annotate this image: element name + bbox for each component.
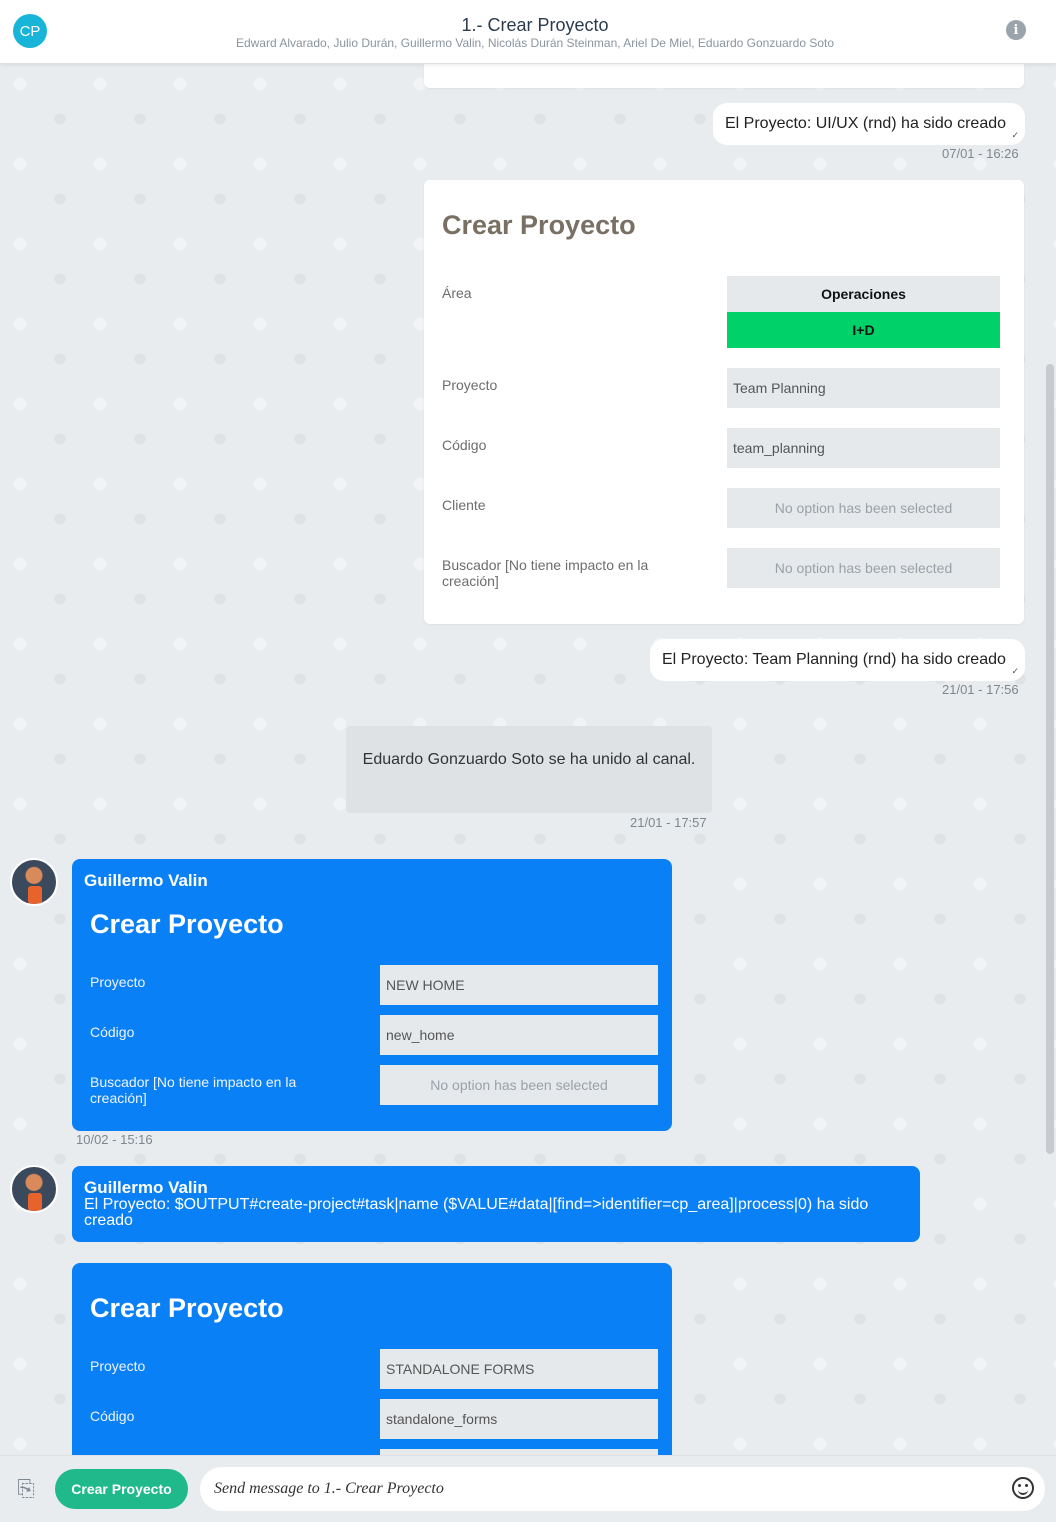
message-time: 07/01 - 16:26 <box>942 146 1019 161</box>
field-label-buscador: Buscador [No tiene impacto en la creació… <box>442 557 649 589</box>
system-message: El Proyecto: Team Planning (rnd) ha sido… <box>650 639 1025 681</box>
paperclip-icon[interactable]: ⎘ <box>16 1477 36 1501</box>
proyecto-field[interactable]: Team Planning <box>727 368 1000 408</box>
message-input[interactable] <box>200 1467 1045 1511</box>
chat-messages[interactable]: El Proyecto: UI/UX (rnd) ha sido creado … <box>0 64 1056 1455</box>
buscador-select[interactable]: No option has been selected <box>380 1065 658 1105</box>
avatar[interactable] <box>10 1165 58 1213</box>
previous-form-card <box>424 64 1024 88</box>
form-title: Crear Proyecto <box>442 210 636 240</box>
avatar[interactable] <box>10 858 58 906</box>
field-label-codigo: Código <box>90 1408 135 1424</box>
check-icon: ✓ <box>1011 130 1019 140</box>
field-label-codigo: Código <box>442 437 487 453</box>
codigo-field[interactable]: standalone_forms <box>380 1399 658 1439</box>
form-card: Crear Proyecto Proyecto STANDALONE FORMS… <box>72 1263 672 1455</box>
author-name: Guillermo Valin <box>84 871 208 890</box>
info-icon[interactable]: i <box>1006 20 1026 40</box>
message-text: El Proyecto: $OUTPUT#create-project#task… <box>84 1196 869 1229</box>
emoji-icon[interactable] <box>1012 1477 1034 1499</box>
buscador-select[interactable]: No option has been selected <box>727 548 1000 588</box>
scrollbar[interactable] <box>1046 364 1054 1154</box>
check-icon: ✓ <box>1011 666 1019 676</box>
option-id[interactable]: I+D <box>727 312 1000 348</box>
message-time: 21/01 - 17:57 <box>630 815 707 830</box>
message-time: 21/01 - 17:56 <box>942 682 1019 697</box>
form-card: Crear Proyecto Área Operaciones I+D Proy… <box>424 180 1024 624</box>
crear-proyecto-button[interactable]: Crear Proyecto <box>55 1469 188 1509</box>
join-notice: Eduardo Gonzuardo Soto se ha unido al ca… <box>346 726 712 813</box>
form-card: Guillermo Valin Crear Proyecto Proyecto … <box>72 859 672 1131</box>
author-name: Guillermo Valin <box>84 1178 208 1197</box>
join-text: Eduardo Gonzuardo Soto se ha unido al ca… <box>362 751 696 768</box>
chat-message: Guillermo Valin El Proyecto: $OUTPUT#cre… <box>72 1166 920 1242</box>
cliente-select[interactable]: No option has been selected <box>727 488 1000 528</box>
system-message: El Proyecto: UI/UX (rnd) ha sido creado … <box>713 103 1025 145</box>
proyecto-field[interactable]: STANDALONE FORMS <box>380 1349 658 1389</box>
message-text: El Proyecto: UI/UX (rnd) ha sido creado <box>725 115 1007 132</box>
codigo-field[interactable]: team_planning <box>727 428 1000 468</box>
form-title: Crear Proyecto <box>90 1293 284 1323</box>
field-label-area: Área <box>442 285 472 301</box>
channel-title: 1.- Crear Proyecto <box>461 15 609 35</box>
chat-header: CP 1.- Crear Proyecto Edward Alvarado, J… <box>0 0 1056 64</box>
codigo-field[interactable]: new_home <box>380 1015 658 1055</box>
channel-members: Edward Alvarado, Julio Durán, Guillermo … <box>235 36 835 50</box>
message-text: El Proyecto: Team Planning (rnd) ha sido… <box>662 651 1006 668</box>
message-time: 10/02 - 15:16 <box>76 1132 153 1147</box>
form-title: Crear Proyecto <box>90 909 284 939</box>
field-label-cliente: Cliente <box>442 497 486 513</box>
field-label-codigo: Código <box>90 1024 135 1040</box>
proyecto-field[interactable]: NEW HOME <box>380 965 658 1005</box>
field-label-proyecto: Proyecto <box>90 1358 146 1374</box>
option-operaciones[interactable]: Operaciones <box>727 276 1000 312</box>
field-label-proyecto: Proyecto <box>90 974 146 990</box>
field-label-buscador: Buscador [No tiene impacto en la creació… <box>90 1074 297 1106</box>
field-label-proyecto: Proyecto <box>442 377 498 393</box>
